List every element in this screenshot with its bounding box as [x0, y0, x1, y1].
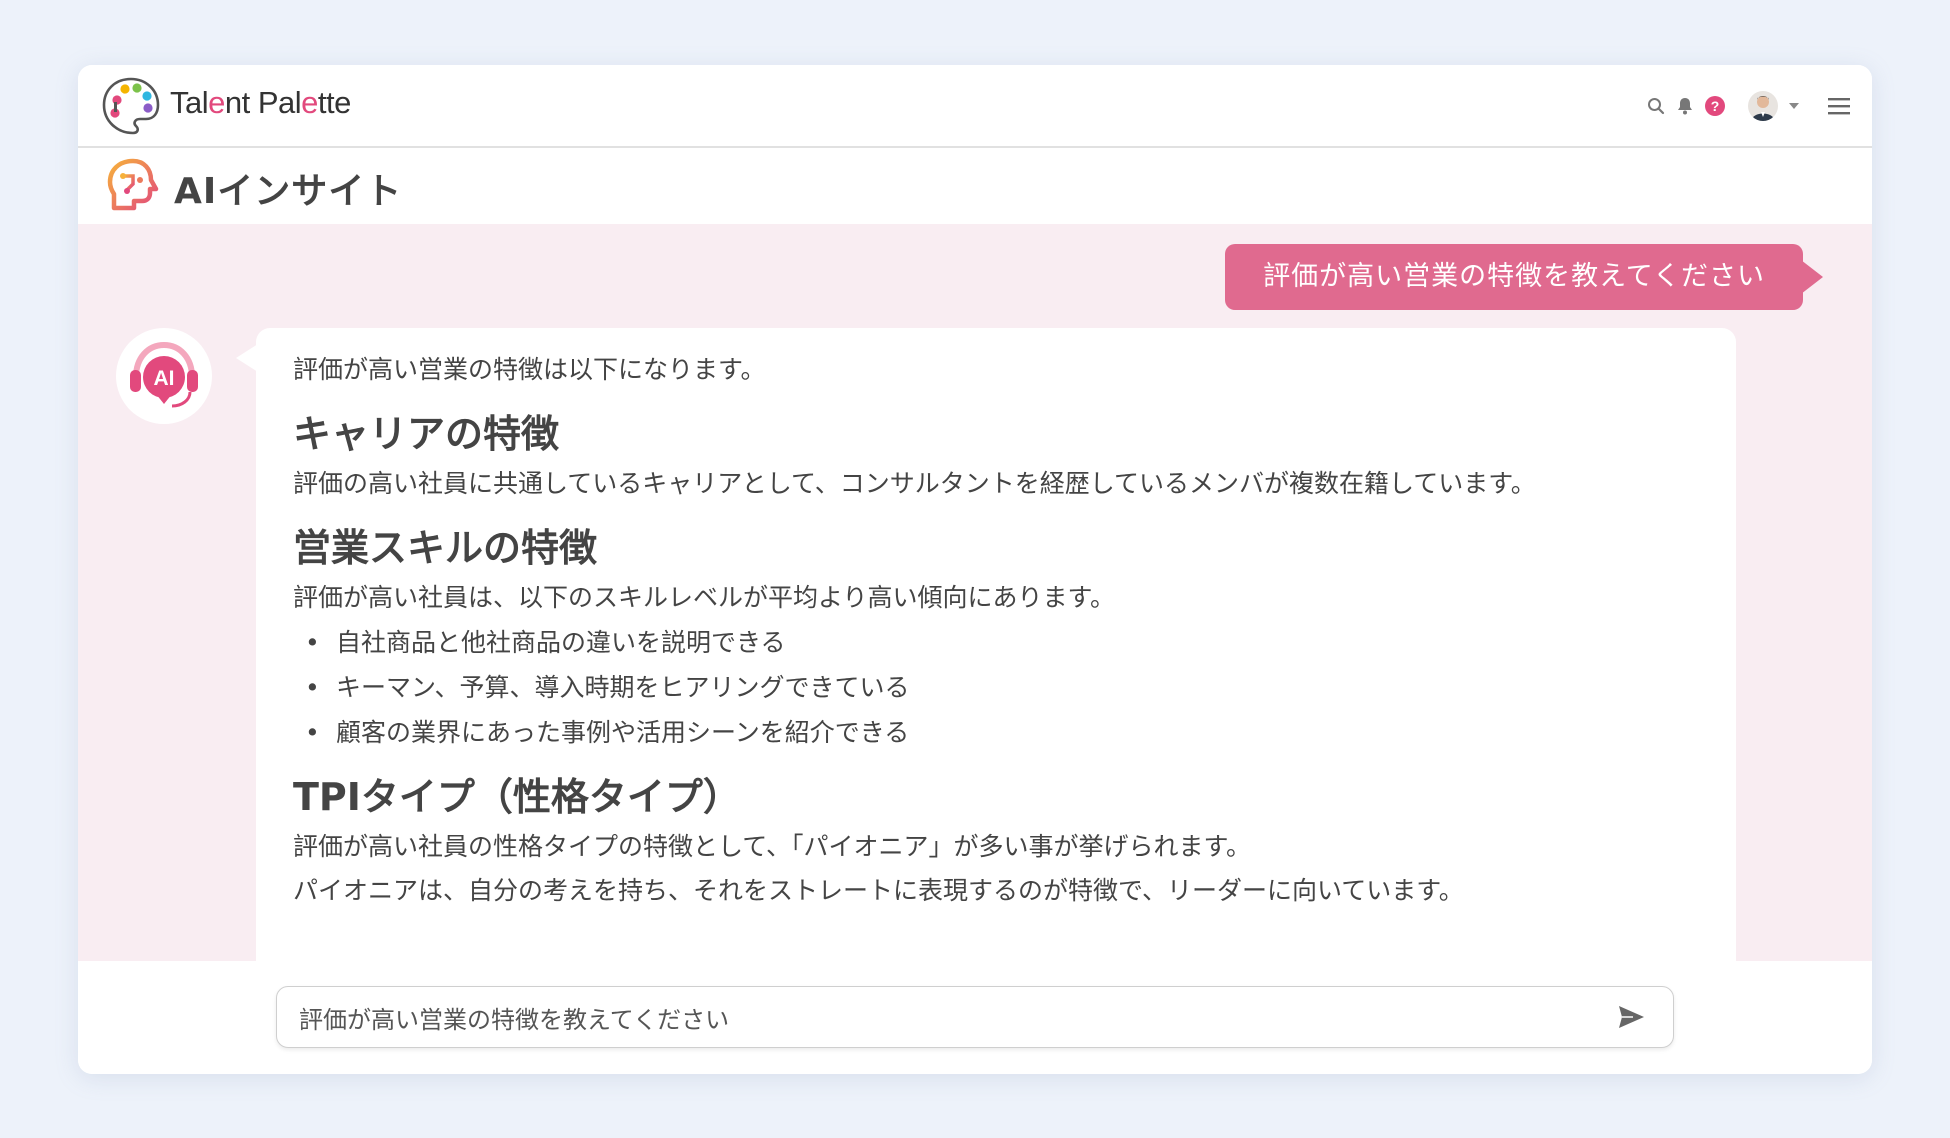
section-text: 評価の高い社員に共通しているキャリアとして、コンサルタントを経歴しているメンバが… [293, 469, 1536, 498]
page-title: AIインサイト [174, 171, 403, 212]
ai-insight-icon [107, 158, 159, 211]
send-button[interactable] [1615, 1001, 1647, 1033]
composer [78, 961, 1872, 1074]
brand-part-1: Tal [170, 85, 209, 120]
menu-icon[interactable] [1828, 97, 1850, 115]
list-item: 顧客の業界にあった事例や活用シーンを紹介できる [293, 710, 1706, 755]
brand-part-5: tte [317, 85, 351, 120]
help-glyph: ? [1711, 98, 1720, 114]
ai-avatar: AI [116, 328, 212, 424]
page-header: AIインサイト [78, 148, 1872, 224]
message-input[interactable] [277, 987, 1599, 1047]
skill-list: 自社商品と他社商品の違いを説明できる キーマン、予算、導入時期をヒアリングできて… [293, 620, 1706, 755]
talent-palette-logo[interactable] [101, 76, 161, 136]
section-heading: TPIタイプ（性格タイプ） [293, 775, 741, 819]
ai-badge-text: AI [154, 367, 175, 390]
chat-area[interactable]: 評価が高い営業の特徴を教えてください AI 評価が高い営業の特徴は以下になります… [78, 224, 1872, 961]
user-message-text: 評価が高い営業の特徴を教えてください [1263, 261, 1765, 292]
header-actions: ? [1646, 65, 1850, 146]
send-icon [1619, 1006, 1644, 1028]
ai-message-content: 評価が高い営業の特徴は以下になります。 キャリアの特徴 評価の高い社員に共通して… [293, 350, 1706, 929]
chevron-down-icon[interactable] [1788, 101, 1800, 111]
section-heading: 営業スキルの特徴 [293, 526, 598, 570]
user-message-bubble: 評価が高い営業の特徴を教えてください [1225, 244, 1823, 310]
search-icon[interactable] [1646, 96, 1666, 116]
ai-intro-text: 評価が高い営業の特徴は以下になります。 [293, 355, 766, 384]
brand-part-3: nt Pal [224, 85, 302, 120]
message-input-box [276, 986, 1674, 1048]
brand-part-2: e [208, 85, 225, 120]
brand-part-4: e [301, 85, 318, 120]
brand-name: Talent Palette [170, 85, 351, 121]
section-text: パイオニアは、自分の考えを持ち、それをストレートに表現するのが特徴で、リーダーに… [293, 876, 1464, 905]
section-text: 評価が高い社員は、以下のスキルレベルが平均より高い傾向にあります。 [293, 583, 1116, 612]
bubble-tail [1801, 260, 1823, 294]
section-sales-skills: 営業スキルの特徴 評価が高い社員は、以下のスキルレベルが平均より高い傾向にありま… [293, 522, 1706, 755]
app-window: Talent Palette ? AIインサイト 評価が高い営業の特徴を教えてく… [78, 65, 1872, 1074]
top-bar: Talent Palette ? [78, 65, 1872, 148]
section-text: 評価が高い社員の性格タイプの特徴として、「パイオニア」が多い事が挙げられます。 [293, 832, 1252, 861]
list-item: キーマン、予算、導入時期をヒアリングできている [293, 665, 1706, 710]
section-tpi-type: TPIタイプ（性格タイプ） 評価が高い社員の性格タイプの特徴として、「パイオニア… [293, 771, 1706, 913]
bubble-tail [236, 344, 258, 372]
list-item: 自社商品と他社商品の違いを説明できる [293, 620, 1706, 665]
help-icon[interactable]: ? [1704, 95, 1726, 117]
ai-message-bubble: 評価が高い営業の特徴は以下になります。 キャリアの特徴 評価の高い社員に共通して… [236, 328, 1736, 961]
section-career: キャリアの特徴 評価の高い社員に共通しているキャリアとして、コンサルタントを経歴… [293, 408, 1706, 506]
bell-icon[interactable] [1676, 96, 1694, 116]
avatar[interactable] [1748, 90, 1778, 121]
section-heading: キャリアの特徴 [293, 412, 560, 456]
